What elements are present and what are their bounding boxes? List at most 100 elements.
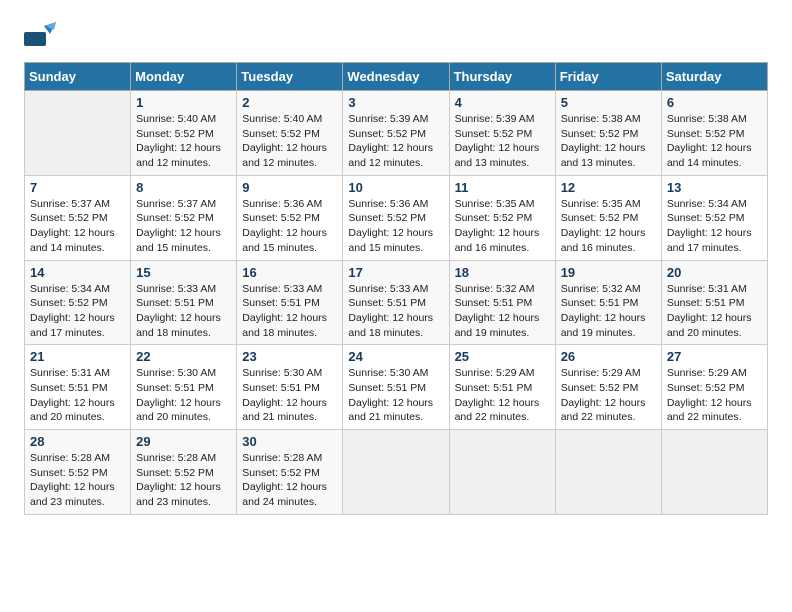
day-number: 1: [136, 95, 231, 110]
day-info: Sunrise: 5:40 AM Sunset: 5:52 PM Dayligh…: [242, 112, 337, 171]
day-number: 16: [242, 265, 337, 280]
day-info: Sunrise: 5:31 AM Sunset: 5:51 PM Dayligh…: [667, 282, 762, 341]
calendar-cell: 1Sunrise: 5:40 AM Sunset: 5:52 PM Daylig…: [131, 91, 237, 176]
day-number: 24: [348, 349, 443, 364]
calendar-cell: 30 Sunrise: 5:28 AM Sunset: 5:52 PM Dayli…: [237, 430, 343, 515]
calendar-cell: 19 Sunrise: 5:32 AM Sunset: 5:51 PM Dayli…: [555, 260, 661, 345]
calendar-cell: 21 Sunrise: 5:31 AM Sunset: 5:51 PM Dayli…: [25, 345, 131, 430]
day-info: Sunrise: 5:33 AM Sunset: 5:51 PM Dayligh…: [348, 282, 443, 341]
calendar-week-row: 7Sunrise: 5:37 AM Sunset: 5:52 PM Daylig…: [25, 175, 768, 260]
day-info: Sunrise: 5:35 AM Sunset: 5:52 PM Dayligh…: [455, 197, 550, 256]
calendar-cell: 5 Sunrise: 5:38 AM Sunset: 5:52 PM Daylig…: [555, 91, 661, 176]
calendar-cell: 10 Sunrise: 5:36 AM Sunset: 5:52 PM Dayli…: [343, 175, 449, 260]
day-number: 14: [30, 265, 125, 280]
calendar-cell: 9 Sunrise: 5:36 AM Sunset: 5:52 PM Daylig…: [237, 175, 343, 260]
day-info: Sunrise: 5:34 AM Sunset: 5:52 PM Dayligh…: [30, 282, 125, 341]
calendar-cell: [343, 430, 449, 515]
day-number: 8: [136, 180, 231, 195]
day-info: Sunrise: 5:30 AM Sunset: 5:51 PM Dayligh…: [136, 366, 231, 425]
calendar-table: SundayMondayTuesdayWednesdayThursdayFrid…: [24, 62, 768, 515]
calendar-cell: 16 Sunrise: 5:33 AM Sunset: 5:51 PM Dayli…: [237, 260, 343, 345]
day-number: 9: [242, 180, 337, 195]
day-number: 15: [136, 265, 231, 280]
day-info: Sunrise: 5:36 AM Sunset: 5:52 PM Dayligh…: [242, 197, 337, 256]
day-number: 29: [136, 434, 231, 449]
calendar-cell: 20 Sunrise: 5:31 AM Sunset: 5:51 PM Dayli…: [661, 260, 767, 345]
day-number: 23: [242, 349, 337, 364]
calendar-cell: [555, 430, 661, 515]
day-info: Sunrise: 5:32 AM Sunset: 5:51 PM Dayligh…: [455, 282, 550, 341]
day-info: Sunrise: 5:30 AM Sunset: 5:51 PM Dayligh…: [242, 366, 337, 425]
day-info: Sunrise: 5:39 AM Sunset: 5:52 PM Dayligh…: [348, 112, 443, 171]
calendar-cell: 12 Sunrise: 5:35 AM Sunset: 5:52 PM Dayli…: [555, 175, 661, 260]
day-info: Sunrise: 5:34 AM Sunset: 5:52 PM Dayligh…: [667, 197, 762, 256]
day-info: Sunrise: 5:28 AM Sunset: 5:52 PM Dayligh…: [242, 451, 337, 510]
day-number: 28: [30, 434, 125, 449]
calendar-cell: 28 Sunrise: 5:28 AM Sunset: 5:52 PM Dayli…: [25, 430, 131, 515]
day-info: Sunrise: 5:37 AM Sunset: 5:52 PM Dayligh…: [30, 197, 125, 256]
weekday-header-wednesday: Wednesday: [343, 63, 449, 91]
day-number: 13: [667, 180, 762, 195]
day-info: Sunrise: 5:35 AM Sunset: 5:52 PM Dayligh…: [561, 197, 656, 256]
calendar-cell: 14 Sunrise: 5:34 AM Sunset: 5:52 PM Dayli…: [25, 260, 131, 345]
day-info: Sunrise: 5:28 AM Sunset: 5:52 PM Dayligh…: [30, 451, 125, 510]
day-number: 20: [667, 265, 762, 280]
day-number: 5: [561, 95, 656, 110]
day-number: 12: [561, 180, 656, 195]
day-number: 4: [455, 95, 550, 110]
day-number: 17: [348, 265, 443, 280]
calendar-cell: 15 Sunrise: 5:33 AM Sunset: 5:51 PM Dayli…: [131, 260, 237, 345]
calendar-cell: 7Sunrise: 5:37 AM Sunset: 5:52 PM Daylig…: [25, 175, 131, 260]
day-number: 25: [455, 349, 550, 364]
header: [24, 20, 768, 52]
calendar-cell: 13 Sunrise: 5:34 AM Sunset: 5:52 PM Dayli…: [661, 175, 767, 260]
day-info: Sunrise: 5:32 AM Sunset: 5:51 PM Dayligh…: [561, 282, 656, 341]
main-container: SundayMondayTuesdayWednesdayThursdayFrid…: [0, 0, 792, 535]
calendar-cell: 25Sunrise: 5:29 AM Sunset: 5:51 PM Dayli…: [449, 345, 555, 430]
calendar-cell: 17 Sunrise: 5:33 AM Sunset: 5:51 PM Dayli…: [343, 260, 449, 345]
calendar-header-row: SundayMondayTuesdayWednesdayThursdayFrid…: [25, 63, 768, 91]
day-number: 6: [667, 95, 762, 110]
calendar-cell: [661, 430, 767, 515]
calendar-cell: 26Sunrise: 5:29 AM Sunset: 5:52 PM Dayli…: [555, 345, 661, 430]
weekday-header-monday: Monday: [131, 63, 237, 91]
calendar-cell: 23 Sunrise: 5:30 AM Sunset: 5:51 PM Dayli…: [237, 345, 343, 430]
day-info: Sunrise: 5:30 AM Sunset: 5:51 PM Dayligh…: [348, 366, 443, 425]
day-info: Sunrise: 5:33 AM Sunset: 5:51 PM Dayligh…: [242, 282, 337, 341]
weekday-header-thursday: Thursday: [449, 63, 555, 91]
day-info: Sunrise: 5:28 AM Sunset: 5:52 PM Dayligh…: [136, 451, 231, 510]
calendar-cell: 27Sunrise: 5:29 AM Sunset: 5:52 PM Dayli…: [661, 345, 767, 430]
day-info: Sunrise: 5:29 AM Sunset: 5:52 PM Dayligh…: [667, 366, 762, 425]
calendar-cell: 24 Sunrise: 5:30 AM Sunset: 5:51 PM Dayli…: [343, 345, 449, 430]
logo-icon: [24, 20, 56, 52]
calendar-cell: 3 Sunrise: 5:39 AM Sunset: 5:52 PM Daylig…: [343, 91, 449, 176]
day-info: Sunrise: 5:33 AM Sunset: 5:51 PM Dayligh…: [136, 282, 231, 341]
day-number: 21: [30, 349, 125, 364]
day-info: Sunrise: 5:31 AM Sunset: 5:51 PM Dayligh…: [30, 366, 125, 425]
logo: [24, 20, 60, 52]
day-number: 19: [561, 265, 656, 280]
day-number: 3: [348, 95, 443, 110]
weekday-header-saturday: Saturday: [661, 63, 767, 91]
calendar-week-row: 14 Sunrise: 5:34 AM Sunset: 5:52 PM Dayli…: [25, 260, 768, 345]
calendar-cell: 18 Sunrise: 5:32 AM Sunset: 5:51 PM Dayli…: [449, 260, 555, 345]
calendar-week-row: 28 Sunrise: 5:28 AM Sunset: 5:52 PM Dayli…: [25, 430, 768, 515]
day-number: 10: [348, 180, 443, 195]
calendar-cell: [25, 91, 131, 176]
weekday-header-sunday: Sunday: [25, 63, 131, 91]
day-number: 30: [242, 434, 337, 449]
weekday-header-tuesday: Tuesday: [237, 63, 343, 91]
day-info: Sunrise: 5:37 AM Sunset: 5:52 PM Dayligh…: [136, 197, 231, 256]
day-info: Sunrise: 5:38 AM Sunset: 5:52 PM Dayligh…: [561, 112, 656, 171]
calendar-cell: 8 Sunrise: 5:37 AM Sunset: 5:52 PM Daylig…: [131, 175, 237, 260]
day-number: 11: [455, 180, 550, 195]
weekday-header-friday: Friday: [555, 63, 661, 91]
day-number: 22: [136, 349, 231, 364]
day-info: Sunrise: 5:39 AM Sunset: 5:52 PM Dayligh…: [455, 112, 550, 171]
calendar-cell: 11 Sunrise: 5:35 AM Sunset: 5:52 PM Dayli…: [449, 175, 555, 260]
day-info: Sunrise: 5:29 AM Sunset: 5:52 PM Dayligh…: [561, 366, 656, 425]
calendar-cell: 29 Sunrise: 5:28 AM Sunset: 5:52 PM Dayli…: [131, 430, 237, 515]
day-number: 2: [242, 95, 337, 110]
day-info: Sunrise: 5:36 AM Sunset: 5:52 PM Dayligh…: [348, 197, 443, 256]
day-number: 18: [455, 265, 550, 280]
